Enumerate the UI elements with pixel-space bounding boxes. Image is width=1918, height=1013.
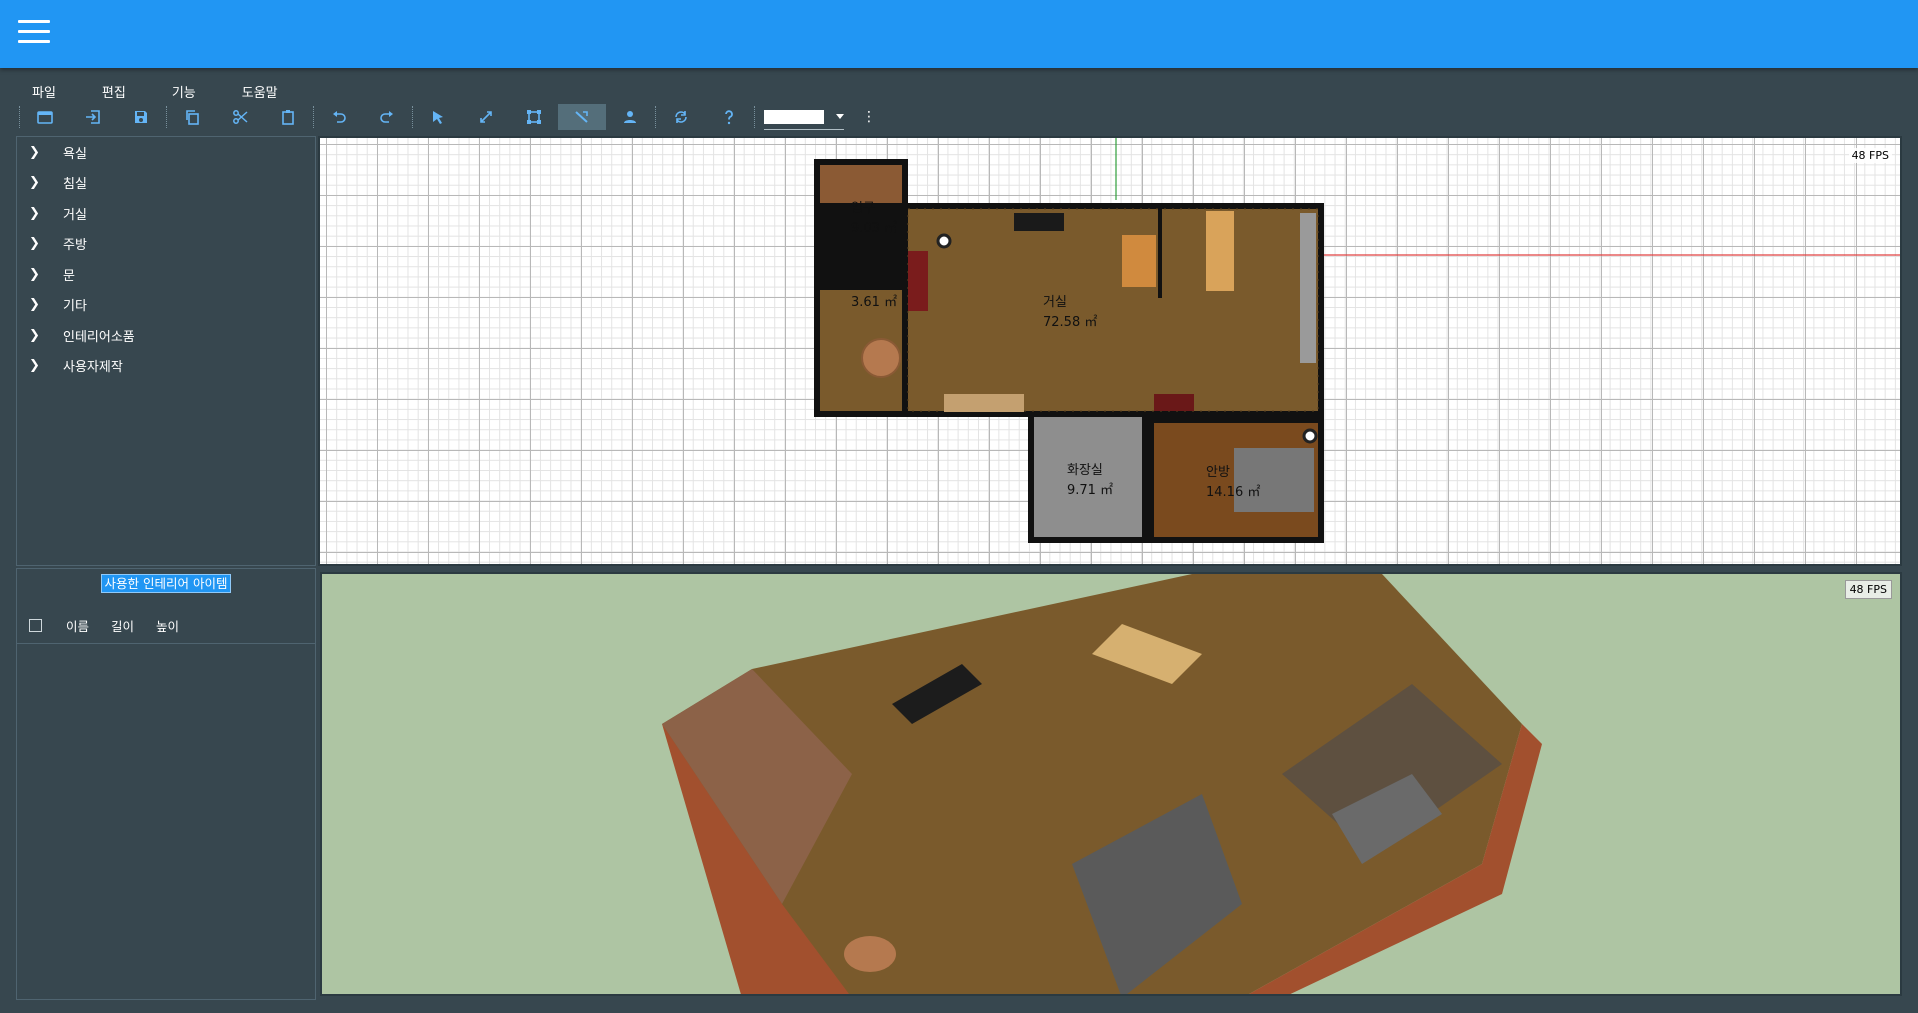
wall-icon[interactable]: [558, 104, 606, 130]
catalog-item-interior-props[interactable]: ❯ 인테리어소품: [17, 320, 315, 351]
save-icon[interactable]: [117, 104, 165, 130]
catalog-item-bedroom[interactable]: ❯ 침실: [17, 168, 315, 199]
new-file-icon[interactable]: [21, 104, 69, 130]
hamburger-menu-icon[interactable]: [18, 20, 50, 48]
redo-icon[interactable]: [363, 104, 411, 130]
catalog-item-label: 문: [63, 268, 75, 284]
catalog-item-bathroom[interactable]: ❯ 욕실: [17, 137, 315, 168]
chevron-right-icon: ❯: [29, 144, 40, 160]
toolbar-separator: [19, 106, 20, 128]
view-3d[interactable]: 48 FPS: [320, 572, 1902, 996]
menu-bar: 파일 편집 기능 도움말: [20, 80, 312, 102]
toolbar-separator: [754, 106, 755, 128]
help-icon[interactable]: [705, 104, 753, 130]
room-label-living: 거실: [1043, 295, 1067, 310]
toolbar-separator: [412, 106, 413, 128]
used-items-title: 사용한 인테리어 아이템: [100, 574, 232, 593]
app-bar: [0, 0, 1918, 68]
floor-plan-2d[interactable]: 48 FPS 입구 9.03 ㎡ 3.61 ㎡ 거실 72.58 ㎡ 화장실 9…: [318, 136, 1902, 566]
catalog-item-living-room[interactable]: ❯ 거실: [17, 198, 315, 229]
catalog-item-other[interactable]: ❯ 기타: [17, 290, 315, 321]
catalog-item-label: 주방: [63, 238, 87, 254]
desk: [1122, 235, 1156, 287]
room-area-bathroom: 9.71 ㎡: [1067, 483, 1113, 498]
cut-icon[interactable]: [216, 104, 264, 130]
undo-icon[interactable]: [315, 104, 363, 130]
color-picker[interactable]: [764, 104, 844, 130]
toolbar-separator: [655, 106, 656, 128]
room-area-small: 3.61 ㎡: [851, 295, 897, 310]
menu-file[interactable]: 파일: [20, 80, 60, 102]
chevron-right-icon: ❯: [29, 327, 40, 343]
select-icon[interactable]: [414, 104, 462, 130]
dining-table: [1206, 211, 1234, 291]
room-area-master: 14.16 ㎡: [1206, 485, 1260, 500]
column-height[interactable]: 높이: [156, 616, 179, 635]
paste-icon[interactable]: [264, 104, 312, 130]
catalog-item-label: 인테리어소품: [63, 329, 135, 345]
shelf: [944, 394, 1024, 412]
catalog-item-label: 욕실: [63, 146, 87, 162]
toolbar: ⋮: [18, 104, 878, 130]
column-name[interactable]: 이름: [66, 616, 89, 635]
cabinet: [908, 251, 928, 311]
rug: [1154, 394, 1194, 411]
catalog-panel: ❯ 욕실 ❯ 침실 ❯ 거실 ❯ 주방 ❯ 문 ❯ 기타 ❯ 인테리어소품 ❯ 사용자제작: [16, 136, 316, 566]
room-living[interactable]: [908, 209, 1318, 411]
round-rug-3d: [844, 936, 896, 972]
room-label-master: 안방: [1206, 465, 1230, 480]
person-icon[interactable]: [606, 104, 654, 130]
import-icon[interactable]: [69, 104, 117, 130]
bed: [1234, 448, 1314, 512]
catalog-item-label: 사용자제작: [63, 360, 123, 376]
used-items-header: 이름 길이 높이: [17, 616, 315, 644]
lamp: [1302, 428, 1318, 444]
more-options-icon[interactable]: ⋮: [860, 109, 878, 125]
used-items-panel: 사용한 인테리어 아이템 이름 길이 높이: [16, 568, 316, 1000]
chevron-right-icon: ❯: [29, 266, 40, 282]
room-label-bathroom: 화장실: [1067, 463, 1103, 478]
view-3d-scene: [662, 574, 1542, 994]
rotate-icon[interactable]: [657, 104, 705, 130]
lamp: [936, 233, 952, 249]
chevron-right-icon: ❯: [29, 358, 40, 374]
used-items-title-wrap: 사용한 인테리어 아이템: [17, 573, 315, 593]
catalog-item-label: 기타: [63, 299, 87, 315]
kitchen-counter: [1300, 213, 1316, 363]
menu-help[interactable]: 도움말: [230, 80, 282, 102]
floor-plan-drawing: 입구 9.03 ㎡ 3.61 ㎡ 거실 72.58 ㎡ 화장실 9.71 ㎡ 안…: [814, 138, 1900, 543]
catalog-item-door[interactable]: ❯ 문: [17, 259, 315, 290]
sofa: [1014, 213, 1064, 231]
room-area-living: 72.58 ㎡: [1043, 315, 1097, 330]
transform-icon[interactable]: [510, 104, 558, 130]
resize-icon[interactable]: [462, 104, 510, 130]
toolbar-separator: [313, 106, 314, 128]
catalog-item-label: 침실: [63, 177, 87, 193]
catalog-item-label: 거실: [63, 207, 87, 223]
toolbar-separator: [166, 106, 167, 128]
catalog-item-custom[interactable]: ❯ 사용자제작: [17, 351, 315, 382]
chevron-right-icon: ❯: [29, 297, 40, 313]
room-label-entrance: 입구: [851, 201, 875, 216]
color-swatch: [764, 109, 824, 124]
menu-edit[interactable]: 편집: [90, 80, 130, 102]
catalog-item-kitchen[interactable]: ❯ 주방: [17, 229, 315, 260]
round-rug: [861, 338, 901, 378]
chevron-right-icon: ❯: [29, 236, 40, 252]
chevron-right-icon: ❯: [29, 175, 40, 191]
menu-features[interactable]: 기능: [160, 80, 200, 102]
column-length[interactable]: 길이: [111, 616, 134, 635]
room-area-entrance: 9.03 ㎡: [851, 221, 897, 236]
select-all-checkbox[interactable]: [29, 619, 42, 632]
copy-icon[interactable]: [168, 104, 216, 130]
chevron-right-icon: ❯: [29, 205, 40, 221]
chevron-down-icon: [836, 114, 844, 119]
